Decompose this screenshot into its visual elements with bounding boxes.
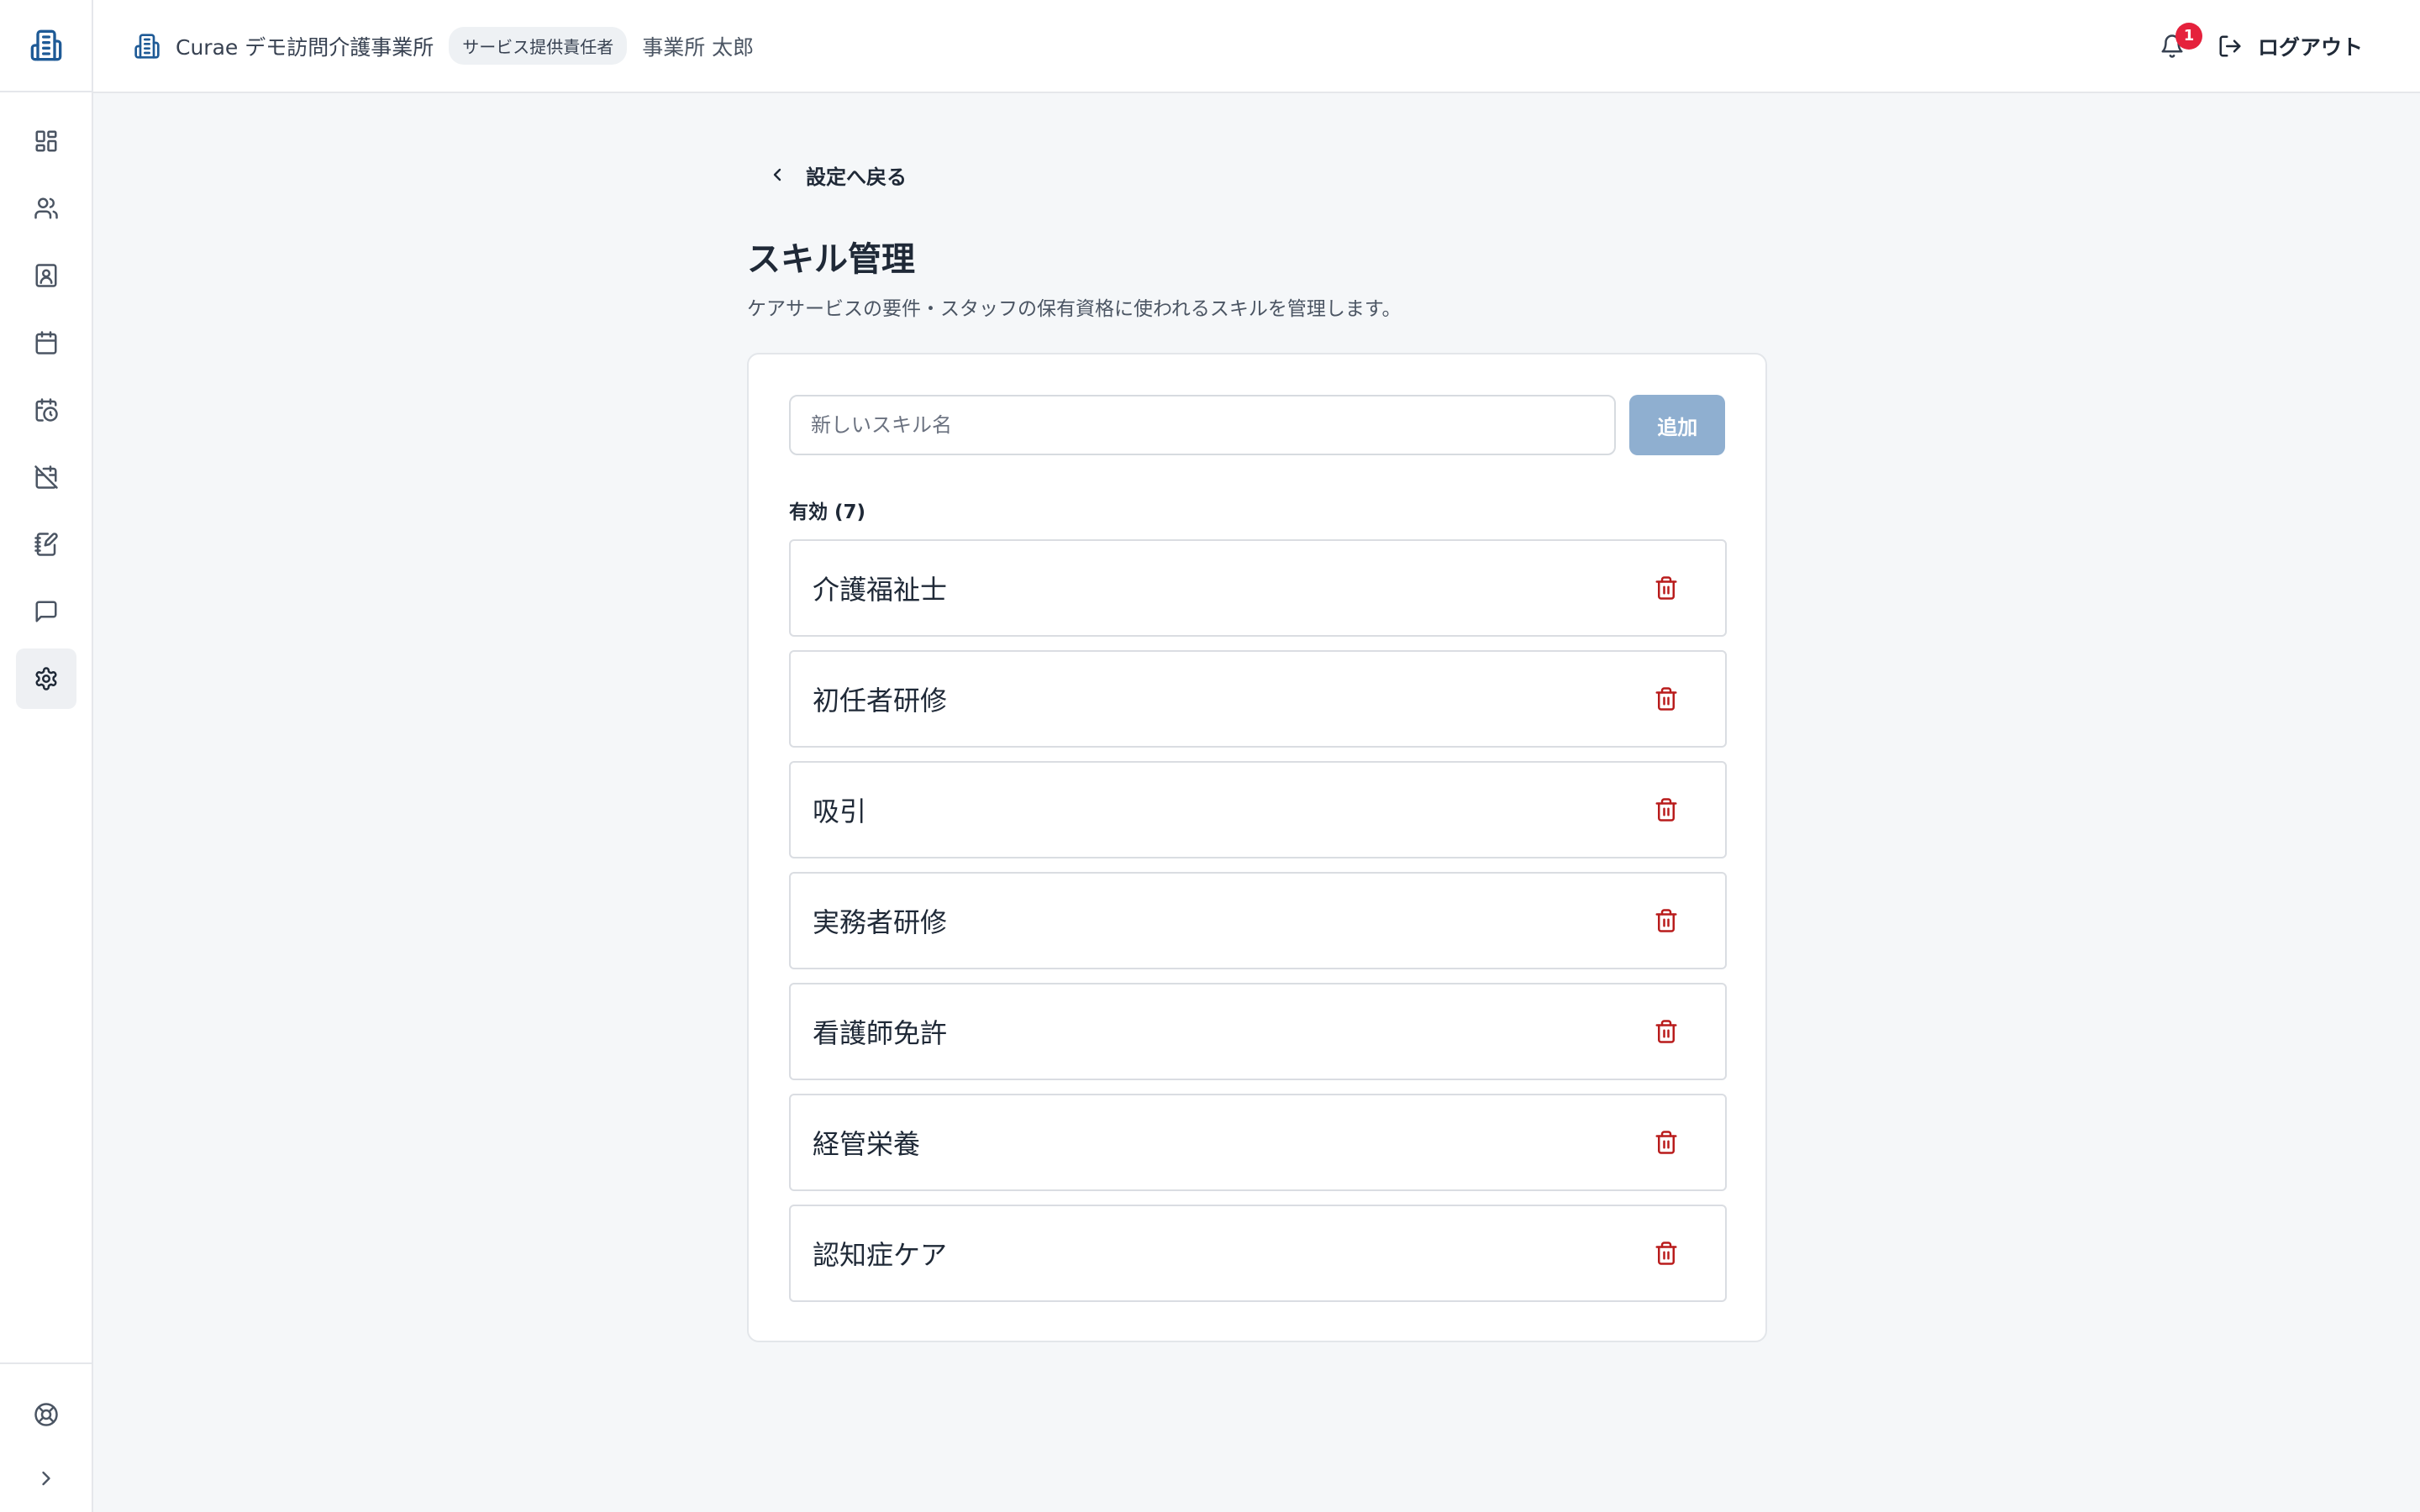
sidebar-item-records[interactable] xyxy=(16,514,76,575)
skill-name: 実務者研修 xyxy=(813,906,948,938)
chevron-left-icon xyxy=(767,165,787,185)
sidebar-item-clients[interactable] xyxy=(16,245,76,306)
delete-skill-button[interactable] xyxy=(1648,1235,1685,1272)
sidebar-item-calendar[interactable] xyxy=(16,312,76,373)
sidebar-expand-button[interactable] xyxy=(16,1448,76,1509)
skill-name: 認知症ケア xyxy=(813,1239,948,1271)
delete-skill-button[interactable] xyxy=(1648,1124,1685,1161)
sidebar-item-messages[interactable] xyxy=(16,581,76,642)
trash-icon xyxy=(1654,686,1679,711)
skill-name: 初任者研修 xyxy=(813,685,948,717)
back-label: 設定へ戻る xyxy=(806,165,907,189)
notification-count-badge: 1 xyxy=(2175,22,2202,50)
new-skill-input[interactable] xyxy=(789,395,1617,455)
notifications-button[interactable]: 1 xyxy=(2152,22,2202,66)
skill-list-item: 吸引 xyxy=(789,761,1727,858)
message-icon xyxy=(34,599,59,624)
gear-icon xyxy=(34,666,59,691)
sidebar-item-help[interactable] xyxy=(16,1384,76,1445)
calendar-icon xyxy=(34,330,59,355)
chevron-right-icon xyxy=(34,1467,58,1490)
main-content: 設定へ戻る スキル管理 ケアサービスの要件・スタッフの保有資格に使われるスキルを… xyxy=(747,151,1767,1342)
notebook-pen-icon xyxy=(34,532,59,557)
building-icon xyxy=(134,33,160,60)
trash-icon xyxy=(1654,908,1679,933)
users-icon xyxy=(34,196,59,221)
skills-card: 追加 有効 (7) 介護福祉士 初任者研修 吸引 実務者研修 xyxy=(747,353,1767,1342)
user-name: 事業所 太郎 xyxy=(642,34,755,60)
add-skill-row: 追加 xyxy=(789,395,1725,455)
organization-name: Curae デモ訪問介護事業所 xyxy=(176,34,434,60)
delete-skill-button[interactable] xyxy=(1648,902,1685,939)
page-description: ケアサービスの要件・スタッフの保有資格に使われるスキルを管理します。 xyxy=(747,298,1402,320)
delete-skill-button[interactable] xyxy=(1648,1013,1685,1050)
building-icon xyxy=(29,29,63,62)
logout-button[interactable]: ログアウト xyxy=(2217,31,2363,61)
sidebar-item-absence[interactable] xyxy=(16,447,76,507)
active-section-label: 有効 (7) xyxy=(789,501,866,523)
delete-skill-button[interactable] xyxy=(1648,680,1685,717)
sidebar-item-staff[interactable] xyxy=(16,178,76,239)
trash-icon xyxy=(1654,1130,1679,1155)
skill-list-item: 初任者研修 xyxy=(789,650,1727,748)
sidebar-bottom xyxy=(0,1362,92,1512)
dashboard-icon xyxy=(34,129,59,154)
trash-icon xyxy=(1654,797,1679,822)
sidebar-item-schedule[interactable] xyxy=(16,380,76,440)
add-skill-button[interactable]: 追加 xyxy=(1629,395,1725,455)
trash-icon xyxy=(1654,575,1679,601)
skill-name: 介護福祉士 xyxy=(813,574,948,606)
page-title: スキル管理 xyxy=(747,240,915,279)
sidebar-item-settings[interactable] xyxy=(15,648,76,709)
skill-list-item: 実務者研修 xyxy=(789,872,1727,969)
trash-icon xyxy=(1654,1241,1679,1266)
skill-name: 吸引 xyxy=(813,795,867,827)
logout-label: ログアウト xyxy=(2257,34,2363,60)
role-badge: サービス提供責任者 xyxy=(449,27,628,65)
contact-icon xyxy=(34,263,59,288)
sidebar-nav xyxy=(0,92,92,716)
delete-skill-button[interactable] xyxy=(1648,570,1685,606)
skill-list-item: 認知症ケア xyxy=(789,1205,1727,1302)
trash-icon xyxy=(1654,1019,1679,1044)
lifebuoy-icon xyxy=(34,1402,59,1427)
skill-name: 経管栄養 xyxy=(813,1128,921,1160)
sidebar xyxy=(0,0,93,1512)
skill-list-item: 介護福祉士 xyxy=(789,539,1727,637)
skill-list-item: 経管栄養 xyxy=(789,1094,1727,1191)
top-header: Curae デモ訪問介護事業所 サービス提供責任者 事業所 太郎 1 ログアウト xyxy=(93,0,2420,93)
logout-icon xyxy=(2217,34,2243,59)
delete-skill-button[interactable] xyxy=(1648,791,1685,828)
skill-list-item: 看護師免許 xyxy=(789,983,1727,1080)
sidebar-item-dashboard[interactable] xyxy=(16,111,76,171)
skill-list: 介護福祉士 初任者研修 吸引 実務者研修 看護師免許 経管栄養 認知症ケア xyxy=(789,539,1727,1302)
calendar-clock-icon xyxy=(34,397,59,423)
sidebar-logo[interactable] xyxy=(0,0,92,92)
skill-name: 看護師免許 xyxy=(813,1017,948,1049)
back-to-settings-link[interactable]: 設定へ戻る xyxy=(747,151,932,198)
calendar-off-icon xyxy=(34,465,59,490)
